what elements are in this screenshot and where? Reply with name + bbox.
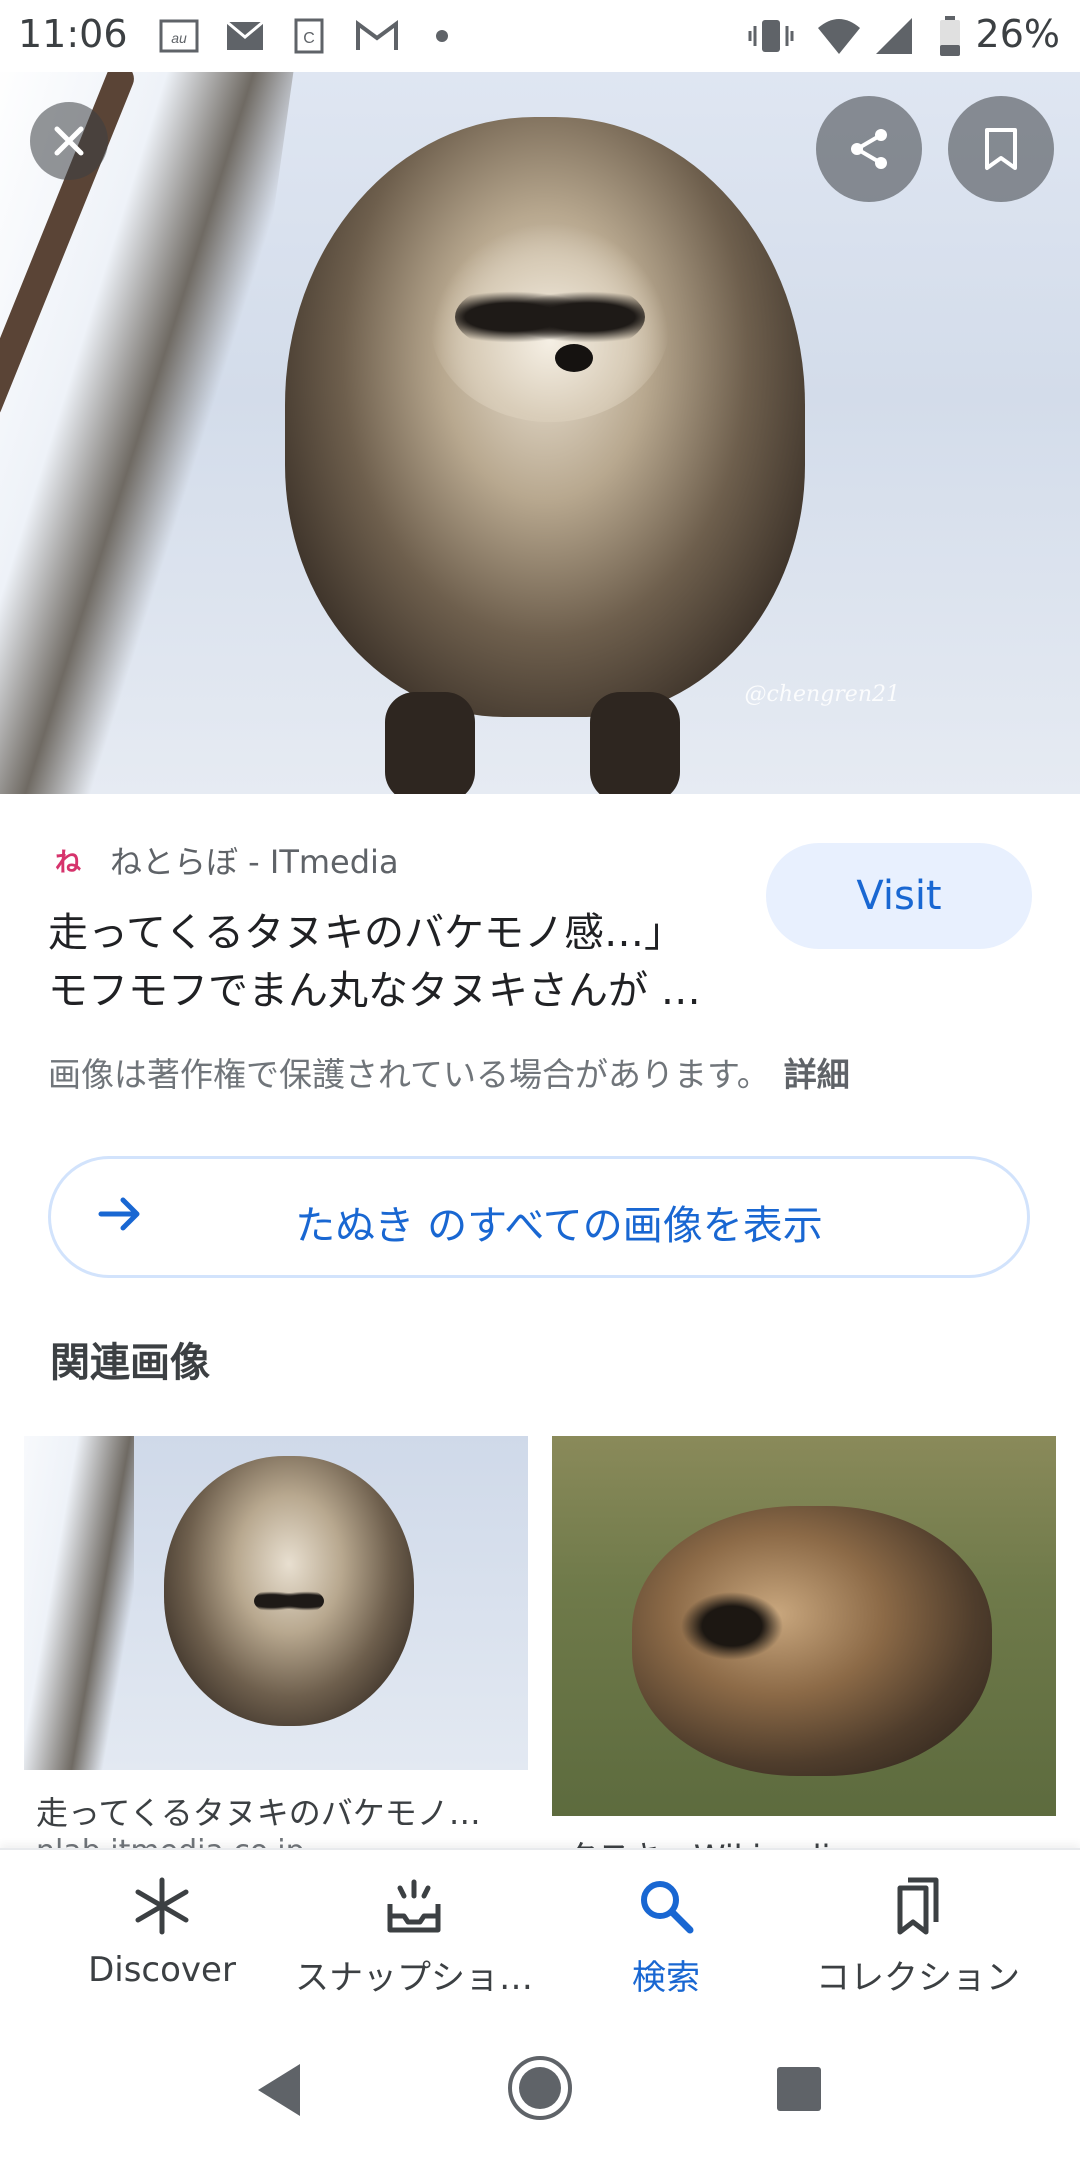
- recents-icon[interactable]: [774, 2064, 824, 2114]
- view-all-label: たぬき のすべての画像を表示: [295, 1203, 823, 1249]
- share-button[interactable]: [816, 96, 922, 202]
- inbox-icon: [387, 1879, 441, 1933]
- visit-button[interactable]: Visit: [766, 843, 1032, 949]
- battery-icon: [938, 16, 962, 56]
- result-image[interactable]: @chengren21: [0, 72, 1080, 794]
- details-link[interactable]: 詳細: [784, 1055, 850, 1094]
- svg-text:C: C: [303, 30, 315, 47]
- copyright-text: 画像は著作権で保護されている場合があります。: [48, 1055, 770, 1094]
- result-title[interactable]: 走ってくるタヌキのバケモノ感…」 モフモフでまん丸なタヌキさんが …: [48, 904, 748, 1020]
- close-icon: [54, 126, 84, 156]
- dot-icon: [434, 16, 450, 56]
- battery-percent: 26%: [975, 12, 1060, 56]
- au-icon: au: [158, 16, 200, 56]
- source-favicon: ね: [54, 847, 81, 878]
- nav-search[interactable]: 検索: [531, 1850, 801, 2020]
- related-image-1-caption[interactable]: 走ってくるタヌキのバケモノ…: [36, 1788, 516, 1834]
- nav-search-label: 検索: [632, 1958, 700, 1998]
- asterisk-icon: [135, 1877, 189, 1935]
- back-icon[interactable]: [252, 2060, 306, 2120]
- save-button[interactable]: [948, 96, 1054, 202]
- result-title-line1: 走ってくるタヌキのバケモノ感…」: [48, 910, 684, 956]
- status-time: 11:06: [18, 12, 128, 56]
- result-title-line2: モフモフでまん丸なタヌキさんが …: [48, 968, 701, 1014]
- bookmarks-icon: [897, 1877, 939, 1935]
- home-icon[interactable]: [506, 2054, 574, 2122]
- status-bar: 11:06 au C 26%: [0, 0, 1080, 72]
- vibrate-icon: [746, 16, 796, 56]
- nav-discover-label: Discover: [88, 1950, 236, 1990]
- related-image-2[interactable]: [552, 1436, 1056, 1816]
- gmail-icon: [354, 16, 400, 56]
- wifi-icon: [816, 16, 862, 56]
- image-watermark: @chengren21: [744, 682, 900, 707]
- svg-text:au: au: [171, 30, 187, 46]
- related-image-1[interactable]: [24, 1436, 528, 1770]
- clipboard-icon: C: [292, 16, 326, 56]
- close-button[interactable]: [30, 102, 108, 180]
- bottom-navigation: Discover スナップショ… 検索 コレクション: [0, 1848, 1080, 2022]
- nav-snapshot[interactable]: スナップショ…: [279, 1850, 549, 2020]
- result-source[interactable]: ね ねとらぼ - ITmedia: [50, 838, 399, 882]
- related-images-heading: 関連画像: [50, 1340, 210, 1386]
- source-name: ねとらぼ - ITmedia: [110, 843, 399, 881]
- share-icon: [851, 129, 887, 169]
- nav-snapshot-label: スナップショ…: [295, 1958, 533, 1998]
- search-icon: [641, 1881, 694, 1934]
- nav-discover[interactable]: Discover: [27, 1850, 297, 2020]
- au-mail-icon: [224, 16, 266, 56]
- nav-collections-label: コレクション: [816, 1958, 1020, 1998]
- nav-collections[interactable]: コレクション: [783, 1850, 1053, 2020]
- signal-icon: [874, 16, 914, 56]
- bookmark-icon: [985, 128, 1017, 170]
- copyright-notice: 画像は著作権で保護されている場合があります。 詳細: [48, 1048, 850, 1096]
- system-navigation-bar: [0, 2020, 1080, 2160]
- view-all-images-button[interactable]: たぬき のすべての画像を表示: [48, 1156, 1030, 1278]
